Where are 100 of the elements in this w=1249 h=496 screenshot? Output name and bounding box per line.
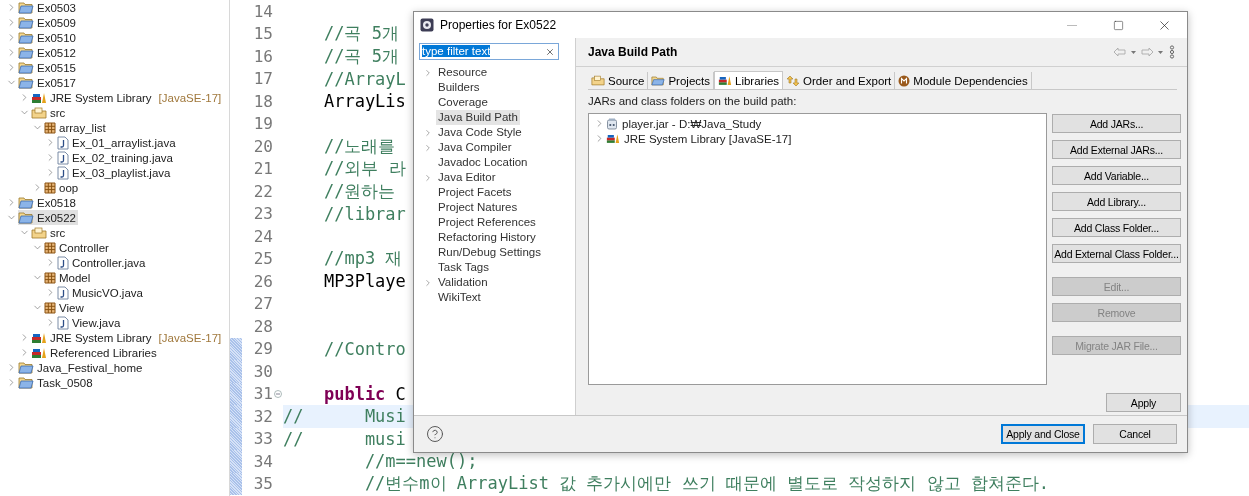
tree-item[interactable]: Controller.java (57, 255, 148, 270)
tree-item[interactable]: Ex_01_arraylist.java (57, 135, 178, 150)
tree-item[interactable]: Ex0517 (18, 75, 78, 90)
tree-item[interactable]: Referenced Libraries (31, 345, 159, 360)
line-number: 25 (252, 249, 273, 269)
default-button[interactable]: Apply and Close (1001, 424, 1085, 444)
source-folder-icon (31, 106, 47, 119)
code-text: // musi (283, 428, 406, 449)
nav-item[interactable]: Validation (436, 275, 490, 290)
library-icon (718, 75, 732, 86)
tree-item[interactable]: View.java (57, 315, 123, 330)
code-text: // Musi (283, 406, 406, 427)
tab[interactable]: Projects (648, 72, 714, 89)
tree-item[interactable]: MusicVO.java (57, 285, 145, 300)
tab[interactable]: Order and Export (783, 72, 896, 89)
nav-item[interactable]: Run/Debug Settings (436, 245, 543, 260)
tree-item[interactable]: Ex0503 (18, 0, 78, 15)
nav-item[interactable]: Project References (436, 215, 538, 230)
tree-item[interactable]: Ex_02_training.java (57, 150, 175, 165)
nav-item[interactable]: Java Editor (436, 170, 498, 185)
gear-icon (420, 18, 434, 32)
filter-field[interactable]: type filter text (419, 43, 559, 60)
action-button[interactable]: Add Library... (1052, 192, 1181, 211)
tree-item[interactable]: JRE System Library [JavaSE-17] (31, 330, 224, 345)
tab[interactable]: Libraries (714, 71, 784, 89)
line-number: 27 (252, 294, 273, 314)
line-number: 17 (252, 69, 273, 89)
project-folder-icon (18, 76, 34, 89)
back-arrow-icon[interactable] (1113, 47, 1137, 57)
line-number: 32 (252, 406, 273, 426)
code-text: //librar (322, 203, 406, 224)
tree-item[interactable]: Ex0518 (18, 195, 78, 210)
tree-item[interactable]: oop (44, 180, 81, 195)
more-options-icon[interactable] (1169, 45, 1175, 59)
project-folder-icon (18, 61, 34, 74)
code-text: ArrayLis (322, 91, 406, 112)
clear-icon[interactable] (545, 46, 555, 57)
nav-item[interactable]: Project Facets (436, 185, 514, 200)
project-folder-icon (18, 46, 34, 59)
dialog-button[interactable]: Cancel (1093, 424, 1177, 444)
library-icon (31, 346, 47, 359)
tab[interactable]: Source (588, 72, 649, 89)
tree-item[interactable]: Ex0512 (18, 45, 78, 60)
apply-button[interactable]: Apply (1106, 393, 1181, 412)
tab[interactable]: Module Dependencies (895, 72, 1032, 89)
nav-item[interactable]: Resource (436, 65, 490, 80)
line-number: 29 (252, 339, 273, 359)
nav-item[interactable]: Javadoc Location (436, 155, 530, 170)
line-number: 14 (252, 1, 273, 21)
line-number: 23 (252, 204, 273, 224)
nav-item[interactable]: Project Natures (436, 200, 520, 215)
action-button[interactable]: Add Class Folder... (1052, 218, 1181, 237)
tree-item[interactable]: Ex0509 (18, 15, 78, 30)
nav-item[interactable]: Java Compiler (436, 140, 514, 155)
tree-item[interactable]: Task_0508 (18, 375, 95, 390)
page-title: Java Build Path (588, 45, 679, 59)
help-button[interactable] (426, 425, 444, 443)
nav-item[interactable]: Java Code Style (436, 125, 524, 140)
nav-item[interactable]: Java Build Path (436, 110, 520, 125)
build-path-entry[interactable]: JRE System Library [JavaSE-17] (606, 132, 792, 145)
build-path-entry[interactable]: player.jar - D:₩Java_Study (606, 117, 762, 130)
line-number: 20 (252, 136, 273, 156)
tree-item[interactable]: src (31, 225, 68, 240)
nav-item[interactable]: WikiText (436, 290, 483, 305)
tree-item[interactable]: Controller (44, 240, 111, 255)
tree-item[interactable]: Java_Festival_home (18, 360, 145, 375)
action-button[interactable]: Add JARs... (1052, 114, 1181, 133)
code-text: //곡 5개 (322, 44, 399, 68)
forward-arrow-icon[interactable] (1141, 47, 1165, 57)
tree-item[interactable]: Ex_03_playlist.java (57, 165, 173, 180)
line-number: 16 (252, 46, 273, 66)
tree-item[interactable]: Ex0515 (18, 60, 78, 75)
library-icon (606, 133, 620, 144)
nav-item[interactable]: Refactoring History (436, 230, 538, 245)
tree-item[interactable]: View (44, 300, 86, 315)
action-button[interactable]: Add External Class Folder... (1052, 244, 1181, 263)
package-icon (44, 271, 56, 284)
tree-item[interactable]: Ex0522 (18, 210, 78, 225)
tree-item[interactable]: Model (44, 270, 93, 285)
code-text: //mp3 재 (322, 247, 403, 271)
action-button[interactable]: Add Variable... (1052, 166, 1181, 185)
action-button[interactable]: Add External JARs... (1052, 140, 1181, 159)
list-label: JARs and class folders on the build path: (588, 95, 798, 109)
line-number: 30 (252, 361, 273, 381)
tree-item[interactable]: JRE System Library [JavaSE-17] (31, 90, 224, 105)
tree-item[interactable]: src (31, 105, 68, 120)
tree-item[interactable]: Ex0510 (18, 30, 78, 45)
package-icon (44, 181, 56, 194)
nav-item[interactable]: Coverage (436, 95, 490, 110)
line-number: 33 (252, 429, 273, 449)
nav-item[interactable]: Builders (436, 80, 482, 95)
fold-toggle-icon[interactable] (274, 389, 282, 398)
tree-item[interactable]: array_list (44, 120, 108, 135)
tree-item-decoration: [JavaSE-17] (158, 91, 222, 104)
folder-icon (651, 75, 666, 86)
line-number: 22 (252, 181, 273, 201)
window-title: Properties for Ex0522 (440, 18, 558, 32)
nav-item[interactable]: Task Tags (436, 260, 491, 275)
source-folder-icon (31, 226, 47, 239)
java-file-icon (57, 135, 69, 150)
